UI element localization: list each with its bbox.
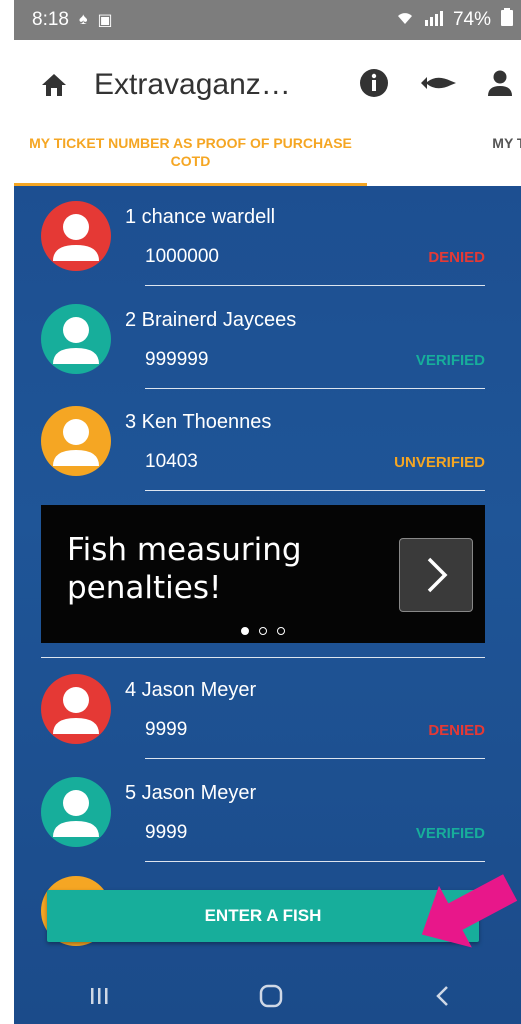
recents-button[interactable] [88, 985, 110, 1012]
notification-icon: ♠ [78, 11, 88, 28]
chevron-right-icon [427, 557, 448, 593]
person-icon [53, 317, 99, 364]
avatar [41, 406, 111, 476]
person-icon [53, 419, 99, 466]
back-button[interactable] [433, 984, 453, 1013]
list-item[interactable]: 4 Jason Meyer 9999 DENIED [14, 659, 521, 759]
ticket-number: 10403 [145, 451, 198, 472]
promo-banner[interactable]: Fish measuring penalties! [41, 505, 485, 643]
entrant-name: 1 chance wardell [125, 206, 276, 228]
divider [145, 388, 485, 389]
avatar [41, 201, 111, 271]
info-button[interactable] [359, 68, 389, 103]
pointer-arrow-icon [421, 874, 518, 948]
ticket-number: 9999 [145, 719, 188, 740]
banner-next-button[interactable] [399, 538, 473, 612]
entrant-name: 2 Brainerd Jaycees [125, 309, 297, 331]
phone-screen: 8:18 ♠ ▣ 74% Extravaganza... MY TICKET N… [14, 0, 521, 1024]
person-icon [488, 70, 512, 96]
carousel-dot[interactable] [277, 627, 285, 635]
avatar [41, 777, 111, 847]
page-title: Extravaganza... [94, 68, 294, 101]
carousel-dot[interactable] [241, 627, 249, 635]
avatar [41, 674, 111, 744]
image-icon: ▣ [97, 12, 113, 29]
status-badge: DENIED [428, 722, 485, 739]
entrant-name: 5 Jason Meyer [125, 782, 257, 804]
list-item[interactable]: 1 chance wardell 1000000 DENIED [14, 186, 521, 286]
avatar [41, 304, 111, 374]
divider [145, 490, 485, 491]
back-icon [436, 985, 448, 1006]
home-nav-button[interactable] [258, 983, 284, 1014]
banner-text: Fish measuring penalties! [67, 532, 302, 606]
divider [145, 861, 485, 862]
fish-icon [421, 76, 456, 89]
divider [145, 758, 485, 759]
divider [145, 285, 485, 286]
person-icon [53, 790, 99, 837]
list-item[interactable]: 5 Jason Meyer 9999 VERIFIED [14, 762, 521, 862]
list-item[interactable]: 3 Ken Thoennes 10403 UNVERIFIED [14, 391, 521, 491]
tab-ticket-number-cotd[interactable]: MY TICKET NUMBER AS PROOF OF PURCHASE CO… [14, 130, 367, 186]
home-button[interactable] [14, 72, 94, 98]
status-badge: UNVERIFIED [394, 454, 485, 471]
recents-icon [91, 987, 108, 1004]
info-icon [360, 68, 388, 97]
tab-label: MY TICKET NUMBER AS PROOF OF PURCHASE CO… [29, 135, 352, 169]
app-bar: Extravaganza... [14, 40, 521, 130]
tab-bar: MY TICKET NUMBER AS PROOF OF PURCHASE CO… [14, 130, 521, 186]
wifi-icon [397, 10, 413, 31]
battery-level: 74% [452, 9, 491, 30]
system-nav-bar [14, 972, 521, 1024]
ticket-number: 1000000 [145, 246, 219, 267]
entrant-name: 3 Ken Thoennes [125, 411, 272, 433]
divider [41, 657, 485, 658]
person-icon [53, 214, 99, 261]
status-badge: VERIFIED [415, 825, 485, 842]
entrant-name: 4 Jason Meyer [125, 679, 257, 701]
home-nav-icon [260, 984, 283, 1007]
ticket-number: 999999 [145, 349, 209, 370]
status-time: 8:18 [32, 9, 69, 30]
tab-label: MY TICKET N P [492, 135, 521, 151]
battery-icon [501, 8, 513, 32]
person-icon [53, 687, 99, 734]
status-badge: DENIED [428, 249, 485, 266]
tab-ticket-number-2[interactable]: MY TICKET N P [367, 130, 521, 186]
ticket-number: 9999 [145, 822, 188, 843]
status-bar: 8:18 ♠ ▣ 74% [14, 0, 521, 40]
entry-list: 1 chance wardell 1000000 DENIED 2 Braine… [14, 186, 521, 1024]
profile-button[interactable] [487, 69, 513, 102]
carousel-dot[interactable] [259, 627, 267, 635]
status-badge: VERIFIED [415, 352, 485, 369]
fish-button[interactable] [419, 73, 457, 98]
list-item[interactable]: 2 Brainerd Jaycees 999999 VERIFIED [14, 289, 521, 389]
carousel-dots [41, 627, 485, 635]
signal-icon [423, 10, 443, 31]
home-icon [42, 74, 66, 96]
